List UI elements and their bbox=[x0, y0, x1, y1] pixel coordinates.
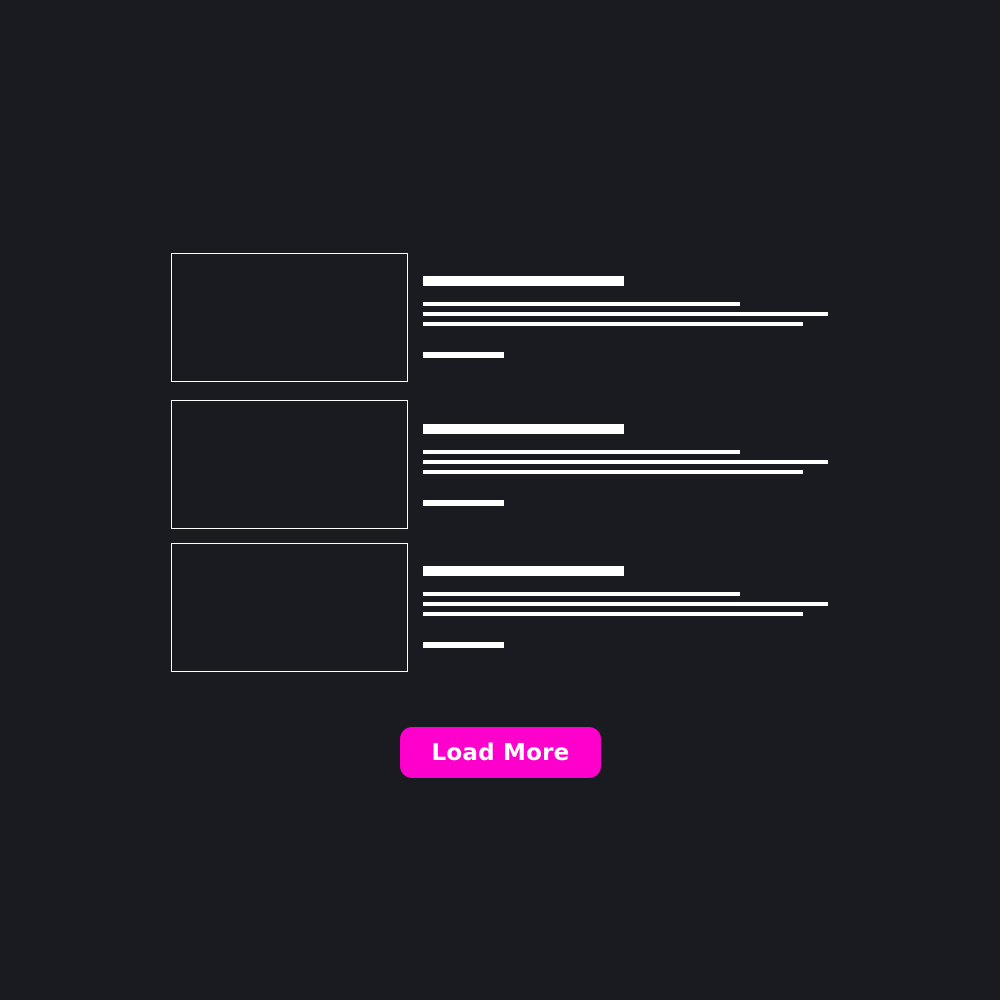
text-line-placeholder bbox=[423, 450, 740, 454]
feed-card-3[interactable] bbox=[171, 543, 831, 673]
thumbnail-placeholder bbox=[171, 253, 408, 382]
text-line-placeholder bbox=[423, 302, 740, 306]
content-feed: Load More bbox=[0, 0, 1000, 1000]
thumbnail-placeholder bbox=[171, 400, 408, 529]
text-line-placeholder bbox=[423, 312, 828, 316]
text-line-placeholder bbox=[423, 322, 803, 326]
title-placeholder bbox=[423, 424, 624, 434]
meta-placeholder bbox=[423, 352, 504, 358]
text-line-placeholder bbox=[423, 460, 828, 464]
text-line-placeholder bbox=[423, 612, 803, 616]
meta-placeholder bbox=[423, 500, 504, 506]
feed-card-2[interactable] bbox=[171, 400, 831, 530]
feed-card-1[interactable] bbox=[171, 253, 831, 383]
meta-placeholder bbox=[423, 642, 504, 648]
load-more-button[interactable]: Load More bbox=[400, 727, 601, 778]
text-line-placeholder bbox=[423, 592, 740, 596]
text-line-placeholder bbox=[423, 602, 828, 606]
text-line-placeholder bbox=[423, 470, 803, 474]
thumbnail-placeholder bbox=[171, 543, 408, 672]
title-placeholder bbox=[423, 566, 624, 576]
title-placeholder bbox=[423, 276, 624, 286]
